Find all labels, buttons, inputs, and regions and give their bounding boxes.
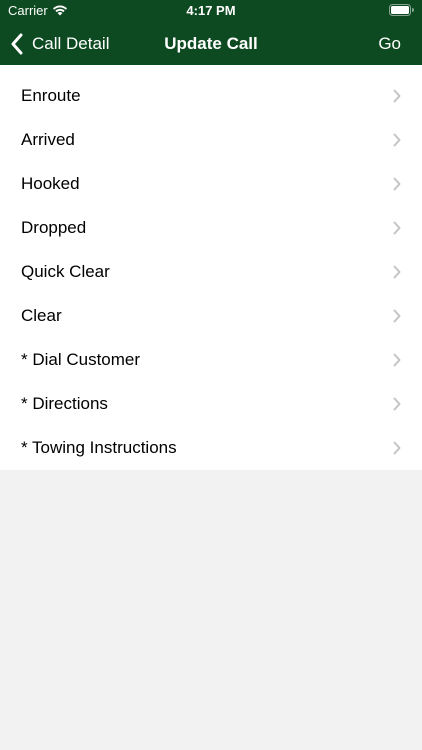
menu-item-dial-customer[interactable]: * Dial Customer <box>0 338 422 382</box>
chevron-right-icon <box>393 397 401 411</box>
navigation-bar: Call Detail Update Call Go <box>0 22 422 65</box>
chevron-right-icon <box>393 221 401 235</box>
chevron-right-icon <box>393 177 401 191</box>
menu-item-label: Enroute <box>21 86 81 105</box>
menu-item-label: Quick Clear <box>21 262 110 281</box>
clock-time: 4:17 PM <box>186 3 236 18</box>
screen: Carrier 4:17 PM Call Detail Update Call <box>0 0 422 750</box>
chevron-right-icon <box>393 353 401 367</box>
update-call-menu: Enroute Arrived Hooked Dropped Quick Cle… <box>0 74 422 470</box>
menu-item-label: * Towing Instructions <box>21 438 177 457</box>
back-button-label: Call Detail <box>32 33 110 53</box>
status-bar: Carrier 4:17 PM <box>0 0 422 22</box>
chevron-right-icon <box>393 309 401 323</box>
menu-item-enroute[interactable]: Enroute <box>0 74 422 118</box>
menu-item-clear[interactable]: Clear <box>0 294 422 338</box>
list-top-padding <box>0 65 422 74</box>
battery-icon <box>389 4 414 16</box>
menu-item-label: Hooked <box>21 174 80 193</box>
chevron-right-icon <box>393 441 401 455</box>
menu-item-quick-clear[interactable]: Quick Clear <box>0 250 422 294</box>
chevron-left-icon <box>11 33 23 54</box>
back-button[interactable]: Call Detail <box>10 22 109 65</box>
chevron-right-icon <box>393 133 401 147</box>
menu-item-directions[interactable]: * Directions <box>0 382 422 426</box>
menu-item-hooked[interactable]: Hooked <box>0 162 422 206</box>
menu-item-arrived[interactable]: Arrived <box>0 118 422 162</box>
menu-item-label: * Dial Customer <box>21 350 141 369</box>
menu-item-dropped[interactable]: Dropped <box>0 206 422 250</box>
header: Carrier 4:17 PM Call Detail Update Call <box>0 0 422 65</box>
menu-item-label: Dropped <box>21 218 87 237</box>
menu-item-towing-instructions[interactable]: * Towing Instructions <box>0 426 422 470</box>
go-button[interactable]: Go <box>378 22 401 65</box>
menu-item-label: * Directions <box>21 394 108 413</box>
chevron-right-icon <box>393 89 401 103</box>
chevron-right-icon <box>393 265 401 279</box>
menu-item-label: Arrived <box>21 130 75 149</box>
menu-item-label: Clear <box>21 306 62 325</box>
